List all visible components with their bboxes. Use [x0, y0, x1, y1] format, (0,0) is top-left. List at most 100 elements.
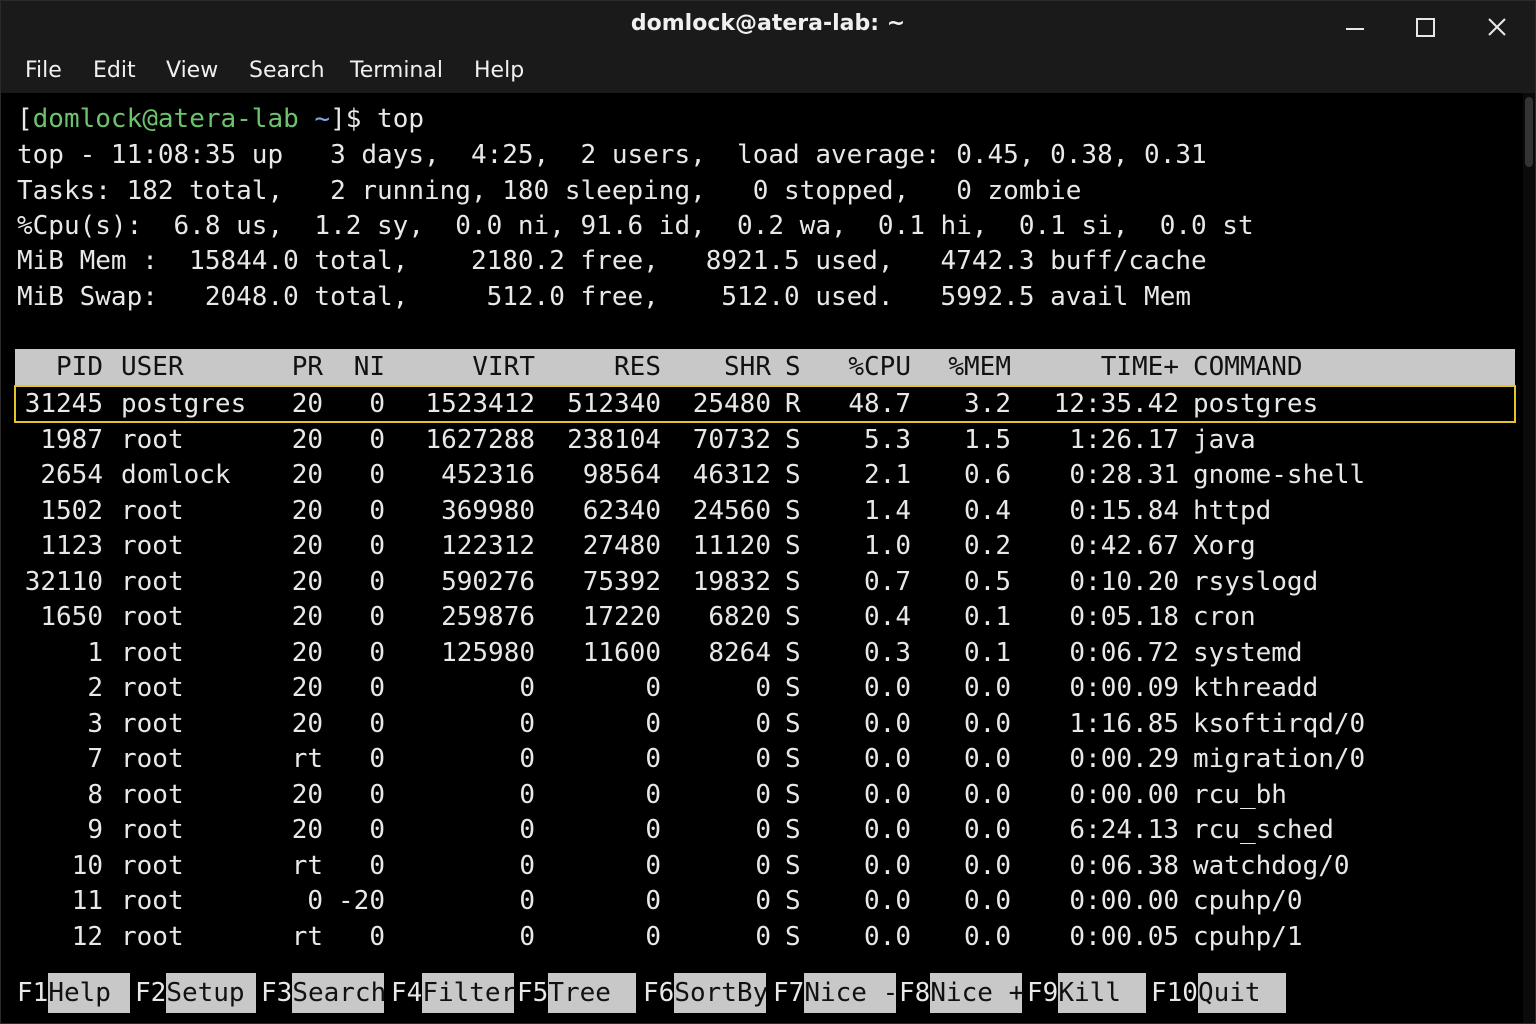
fkey-f3[interactable]: F3Search: [261, 973, 386, 1013]
fkey-f4[interactable]: F4Filter: [391, 973, 516, 1013]
maximize-icon: [1416, 18, 1435, 37]
column-header-command[interactable]: COMMAND: [1193, 349, 1513, 385]
prompt-path: ~: [298, 104, 331, 134]
cell-shr: 0: [755, 850, 771, 881]
fkey-f2[interactable]: F2Setup: [135, 973, 257, 1013]
column-header-res[interactable]: RES: [535, 349, 661, 385]
cell-time: 0:10.20: [1069, 566, 1179, 597]
column-header-pid[interactable]: PID: [15, 349, 103, 385]
cell-mem: 0.1: [964, 602, 1011, 632]
column-header-mem[interactable]: %MEM: [915, 349, 1011, 385]
cell-time: 0:15.84: [1069, 495, 1179, 526]
process-row[interactable]: 11 root 0 -20 0 0 0 S 0.0 0.0 0:00.00 cpuhp/0: [15, 883, 1515, 919]
fkey-f5[interactable]: F5Tree: [517, 973, 637, 1013]
cell-virt: 0: [519, 886, 535, 916]
cell-mem: 0.4: [964, 495, 1011, 526]
process-row[interactable]: 1502 root 20 0 369980 62340 24560 S 1.4 0.4 0:15.8…: [15, 493, 1515, 529]
fkey-label: Nice -: [804, 973, 898, 1013]
minimize-button[interactable]: [1335, 9, 1375, 45]
close-button[interactable]: [1477, 9, 1517, 45]
process-table-header[interactable]: PID USER PR NI VIRT RES SHR S %CPU %MEM TIME+ COMMA…: [15, 349, 1515, 385]
cell-cpu: 2.1: [864, 460, 911, 490]
process-row[interactable]: 1987 root 20 0 1627288 238104 70732 S 5.3 1.5 1:26…: [15, 422, 1515, 458]
process-row[interactable]: 32110 root 20 0 590276 75392 19832 S 0.7 0.5 0:10.…: [15, 564, 1515, 600]
cell-user: root: [121, 566, 184, 597]
cell-pr: rt: [291, 744, 323, 774]
cell-state: S: [785, 531, 801, 561]
fkey-label: SortBy: [674, 973, 768, 1013]
fkey-f10[interactable]: F10Quit: [1151, 973, 1286, 1013]
menu-help[interactable]: Help: [474, 58, 524, 83]
column-header-shr[interactable]: SHR: [661, 349, 771, 385]
process-row[interactable]: 9 root 20 0 0 0 0 S 0.0 0.0 6:24.13 rcu_sched: [15, 812, 1515, 848]
menu-edit[interactable]: Edit: [93, 58, 136, 83]
cell-pr: 20: [291, 779, 323, 810]
cell-ni: 0: [369, 424, 385, 455]
column-header-virt[interactable]: VIRT: [393, 349, 535, 385]
maximize-button[interactable]: [1405, 9, 1445, 45]
cell-res: 0: [645, 708, 661, 739]
fkey-f7[interactable]: F7Nice -: [773, 973, 898, 1013]
column-header-ni[interactable]: NI: [331, 349, 385, 385]
cell-ni: 0: [369, 531, 385, 561]
menu-terminal[interactable]: Terminal: [350, 58, 443, 83]
process-row-selected[interactable]: 31245 postgres 20 0 1523412 512340 25480 R 48.7 3…: [14, 385, 1516, 423]
cell-ni: 0: [369, 815, 385, 845]
column-header-user[interactable]: USER: [121, 349, 281, 385]
cell-shr: 0: [755, 779, 771, 810]
column-header-pr[interactable]: PR: [271, 349, 323, 385]
cell-ni: -20: [338, 886, 385, 916]
close-icon: [1488, 18, 1506, 36]
terminal-area[interactable]: [domlock@atera-lab ~]$ top top - 11:08:3…: [1, 93, 1535, 1023]
fkey-f8[interactable]: F8Nice +: [899, 973, 1024, 1013]
minimize-icon: [1346, 28, 1364, 30]
cell-mem: 3.2: [964, 389, 1011, 419]
cell-pid: 2: [87, 673, 103, 703]
cell-virt: 0: [519, 673, 535, 703]
title-bar[interactable]: domlock@atera-lab: ~: [1, 1, 1535, 53]
cell-pid: 3: [87, 708, 103, 739]
menu-search[interactable]: Search: [249, 58, 325, 83]
process-row[interactable]: 8 root 20 0 0 0 0 S 0.0 0.0 0:00.00 rcu_bh: [15, 777, 1515, 813]
cell-pid: 1123: [40, 531, 103, 561]
menu-file[interactable]: File: [25, 58, 62, 83]
cell-state: S: [785, 708, 801, 739]
fkey-f6[interactable]: F6SortBy: [643, 973, 768, 1013]
cell-pid: 1650: [40, 602, 103, 632]
cell-command: kthreadd: [1193, 673, 1319, 703]
fkey-f1[interactable]: F1Help: [17, 973, 131, 1013]
process-row[interactable]: 7 root rt 0 0 0 0 S 0.0 0.0 0:00.29 migration/0: [15, 741, 1515, 777]
cell-ni: 0: [369, 850, 385, 881]
process-row[interactable]: 12 root rt 0 0 0 0 S 0.0 0.0 0:00.05 cpuhp/1: [15, 919, 1515, 955]
cell-pr: 0: [307, 886, 323, 916]
cell-command: rcu_sched: [1193, 815, 1334, 845]
menu-view[interactable]: View: [166, 58, 218, 83]
cell-pid: 2654: [40, 460, 103, 490]
cell-virt: 1523412: [425, 389, 535, 419]
column-header-cpu[interactable]: %CPU: [815, 349, 911, 385]
cell-virt: 259876: [441, 602, 535, 632]
cell-time: 0:42.67: [1069, 531, 1179, 561]
process-row[interactable]: 1650 root 20 0 259876 17220 6820 S 0.4 0.1 0:05.18…: [15, 599, 1515, 635]
cell-user: root: [121, 779, 184, 810]
fkey-f9[interactable]: F9Kill: [1027, 973, 1147, 1013]
process-row[interactable]: 2 root 20 0 0 0 0 S 0.0 0.0 0:00.09 kthreadd: [15, 670, 1515, 706]
cell-mem: 0.2: [964, 531, 1011, 561]
cell-user: root: [121, 673, 184, 703]
cell-cpu: 0.3: [864, 637, 911, 668]
column-header-time[interactable]: TIME+: [1015, 349, 1179, 385]
process-row[interactable]: 3 root 20 0 0 0 0 S 0.0 0.0 1:16.85 ksoftirqd/0: [15, 706, 1515, 742]
fkey-number: F2: [135, 978, 167, 1008]
process-row[interactable]: 1 root 20 0 125980 11600 8264 S 0.3 0.1 0:06.72 sys…: [15, 635, 1515, 671]
scrollbar[interactable]: [1523, 93, 1535, 1023]
scrollbar-thumb[interactable]: [1525, 97, 1533, 167]
process-row[interactable]: 1123 root 20 0 122312 27480 11120 S 1.0 0.2 0:42.6…: [15, 528, 1515, 564]
cell-user: root: [121, 744, 184, 774]
cell-state: S: [785, 815, 801, 845]
cell-pid: 1987: [40, 424, 103, 455]
cell-mem: 0.0: [964, 815, 1011, 845]
column-header-state[interactable]: S: [785, 349, 809, 385]
fkey-label: Quit: [1197, 973, 1286, 1013]
process-row[interactable]: 2654 domlock 20 0 452316 98564 46312 S 2.1 0.6 0:2…: [15, 457, 1515, 493]
process-row[interactable]: 10 root rt 0 0 0 0 S 0.0 0.0 0:06.38 watchdog/0: [15, 848, 1515, 884]
